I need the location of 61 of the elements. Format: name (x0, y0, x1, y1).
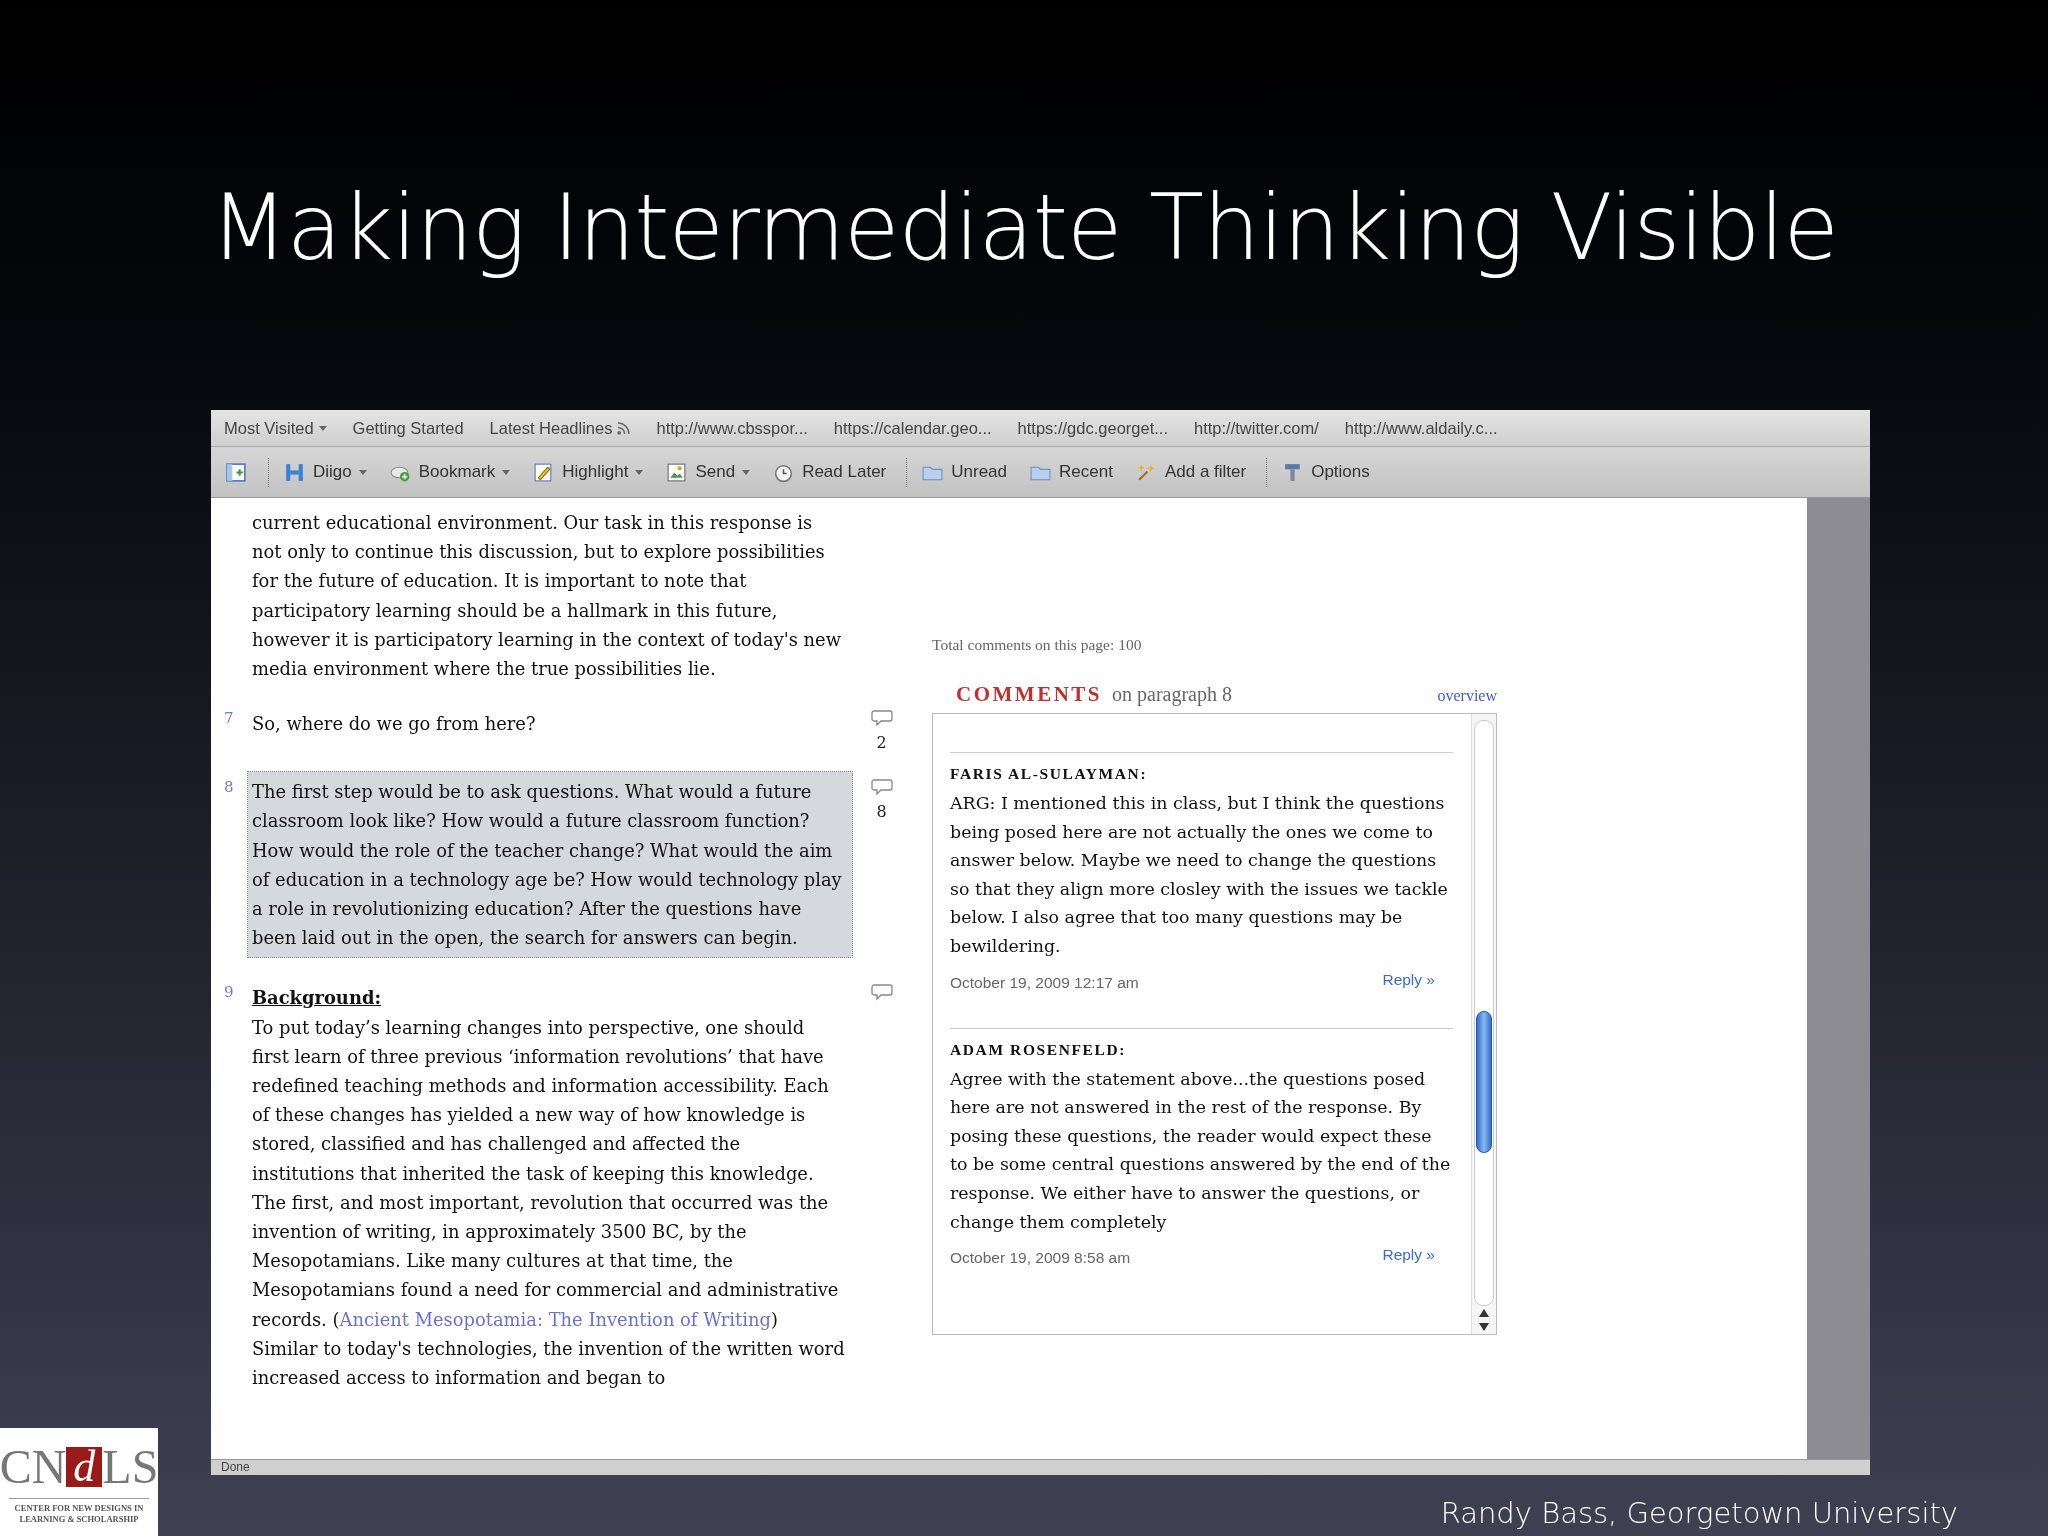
comment-text: ARG: I mentioned this in class, but I think the questions being posed here are not actually the ones we come to answer below. Maybe we need to change the questions so that they align more closley with the issues we tackle below. I also agree that too many questions may be bewildering. (950, 792, 1449, 958)
scroll-thumb[interactable] (1476, 1011, 1492, 1153)
toolbar-button[interactable]: Bookmark (382, 457, 517, 487)
toolbar-button[interactable]: Recent (1023, 457, 1119, 487)
caret-icon (358, 469, 367, 475)
toolbar-button[interactable]: Send (659, 457, 757, 487)
paragraph-number: 7 (223, 709, 235, 730)
scrollbar[interactable] (1471, 714, 1496, 1334)
logo-mark: d (66, 1447, 103, 1487)
comments-heading: COMMENTS (956, 682, 1102, 707)
comment-bubble-icon[interactable] (870, 778, 893, 797)
caret-icon (318, 425, 327, 431)
toolbar-button[interactable]: Diigo (268, 457, 373, 487)
caret-icon (742, 469, 751, 475)
overview-link[interactable]: overview (1437, 687, 1497, 705)
paragraph-text[interactable]: current educational environment. Our task in this response is not only to continue this discussion, but to explore possibilities for the future of education. It is important to note that participatory learning should be a hallmark in this future, however it is participatory learning in the context of today's new media environment where the true possibilities lie. (248, 508, 852, 684)
comment-count: 8 (876, 802, 887, 822)
rss-feed-icon (617, 421, 631, 435)
bookmark-link[interactable]: Latest Headlines (489, 418, 631, 438)
comment-date: October 19, 2009 8:58 am (950, 1248, 1131, 1269)
paragraph-text[interactable]: So, where do we go from here? (248, 709, 852, 753)
logo-tagline: LEARNING & SCHOLARSHIP (19, 1514, 139, 1525)
logo-tagline: CENTER FOR NEW DESIGNS IN (14, 1503, 144, 1514)
paragraph-text: To put today’s learning changes into perspective, one should first learn of three previous ‘information revolutions’ that have redefined teaching methods and information accessibility. Each of these changes has yielded a new way of how knowledge is stored, classified and has challenged and affected the institutions that inherited the task of keeping this knowledge. The first, and most important, revolution that occurred was the invention of writing, in approximately 3500 BC, by the Mesopotamians. Like many cultures at that time, the Mesopotamians found a need for commercial and administrative records. (Ancient Mesopotamia: The Invention of Writing) Similar to today's technologies, the invention of the written word increased access to information and began to (252, 1016, 845, 1389)
paragraph-text[interactable]: The first step would be to ask questions. What would a future classroom look like? How would a future classroom function? How would the role of the teacher change? What would the aim of education in a technology age be? How would technology play a role in revolutionizing education? After the questions have been laid out in the open, the search for answers can begin. (248, 772, 852, 958)
bookmark-link[interactable]: Getting Started (352, 418, 464, 438)
comment-bubble-icon[interactable] (870, 983, 893, 1002)
bookmark-link[interactable]: https://calendar.geo... (833, 418, 992, 438)
picture-icon (665, 460, 689, 484)
comment-author: ADAM ROSENFELD: (950, 1040, 1127, 1059)
slide-title: Making Intermediate Thinking Visible (210, 178, 1838, 277)
sidebar-icon (225, 460, 248, 484)
comment-date: October 19, 2009 12:17 am (950, 972, 1139, 993)
comments-subheading: on paragraph 8 (1112, 683, 1232, 706)
bookmark-link[interactable]: http://twitter.com/ (1194, 418, 1319, 438)
paragraph-number: 9 (223, 983, 235, 1004)
source-link[interactable]: Ancient Mesopotamia: The Invention of Writing (339, 1308, 771, 1330)
status-text: Done (211, 1459, 1870, 1475)
comment-text: Agree with the statement above...the questions posed here are not answered in the rest of the response. By posing these questions, the reader would expect these to be some central questions answered by the end of the response. We either have to answer the questions, or change them completely (950, 1067, 1452, 1234)
slide-footer: Randy Bass, Georgetown University (1440, 1496, 1958, 1530)
logo-letters: LS (102, 1442, 159, 1492)
comment-count: 2 (876, 733, 887, 753)
toolbar-button[interactable]: Unread (906, 457, 1014, 487)
reply-link[interactable]: Reply » (1382, 970, 1435, 994)
toolbar-button[interactable]: Add a filter (1128, 457, 1253, 487)
section-heading: Background: (252, 986, 382, 1011)
bookmark-link[interactable]: https://gdc.georget... (1017, 418, 1168, 438)
toolbar-button[interactable]: Options (1266, 457, 1376, 487)
toolbar-button[interactable]: Read Later (766, 457, 893, 487)
caret-icon (635, 469, 644, 475)
reply-link[interactable]: Reply » (1382, 1246, 1435, 1270)
comment-bubble-icon[interactable] (870, 709, 893, 728)
toolbar-button[interactable]: Highlight (526, 457, 650, 487)
bookmark-link[interactable]: Most Visited (224, 418, 327, 438)
paragraph-number: 8 (223, 778, 235, 799)
logo-letters: CN (0, 1442, 67, 1492)
bookmark-link[interactable]: http://www.cbsspor... (656, 418, 808, 438)
bookmark-link[interactable]: http://www.aldaily.c... (1344, 418, 1498, 438)
comment-author: FARIS AL-SULAYMAN: (950, 765, 1149, 783)
caret-icon (502, 469, 511, 475)
total-comments-text: Total comments on this page: 100 (932, 636, 1143, 654)
